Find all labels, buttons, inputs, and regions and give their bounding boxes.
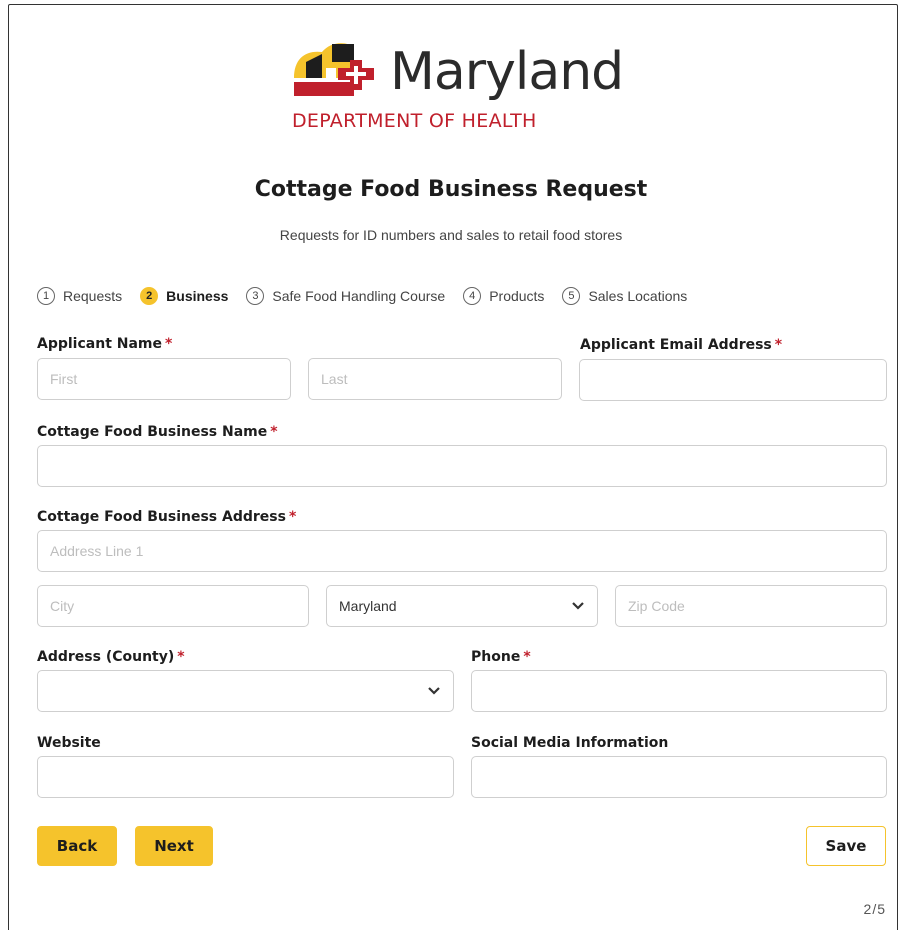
required-marker: * <box>177 649 185 665</box>
required-marker: * <box>523 649 531 665</box>
chevron-down-icon <box>428 687 440 695</box>
county-label: Address (County) * <box>37 649 185 665</box>
required-marker: * <box>165 336 173 352</box>
required-marker: * <box>774 337 783 353</box>
step-label: Sales Locations <box>588 288 688 304</box>
progress-stepper: 1 Requests 2 Business 3 Safe Food Handli… <box>37 287 705 305</box>
step-label: Products <box>489 288 545 304</box>
first-name-input[interactable] <box>37 358 291 400</box>
email-input[interactable] <box>579 359 887 401</box>
step-number-icon: 1 <box>37 287 55 305</box>
step-requests[interactable]: 1 Requests <box>37 287 122 305</box>
business-address-label: Cottage Food Business Address * <box>37 509 297 525</box>
state-select-value: Maryland <box>339 598 397 614</box>
step-business[interactable]: 2 Business <box>140 287 228 305</box>
step-label: Safe Food Handling Course <box>272 288 446 304</box>
applicant-email-label: Applicant Email Address * <box>580 337 783 353</box>
applicant-name-label: Applicant Name * <box>37 336 173 352</box>
back-button[interactable]: Back <box>37 826 117 866</box>
required-marker: * <box>270 424 278 440</box>
save-button[interactable]: Save <box>806 826 886 866</box>
website-label: Website <box>37 735 101 751</box>
step-number-icon: 2 <box>140 287 159 305</box>
step-products[interactable]: 4 Products <box>463 287 544 305</box>
page-title: Cottage Food Business Request <box>254 177 648 202</box>
step-number-icon: 3 <box>246 287 265 305</box>
step-safe-food-handling-course[interactable]: 3 Safe Food Handling Course <box>246 287 445 305</box>
website-input[interactable] <box>37 756 454 798</box>
phone-label: Phone * <box>471 649 531 665</box>
city-input[interactable] <box>37 585 309 627</box>
page-indicator: 2/5 <box>863 901 886 917</box>
state-select[interactable]: Maryland <box>326 585 598 627</box>
logo-wordmark: Maryland <box>390 42 624 102</box>
step-label: Business <box>166 288 229 304</box>
social-media-input[interactable] <box>471 756 887 798</box>
county-select[interactable] <box>37 670 454 712</box>
step-label: Requests <box>63 288 123 304</box>
next-button[interactable]: Next <box>135 826 213 866</box>
phone-input[interactable] <box>471 670 887 712</box>
social-media-label: Social Media Information <box>471 735 669 751</box>
business-name-input[interactable] <box>37 445 887 487</box>
page-subtitle: Requests for ID numbers and sales to ret… <box>279 227 623 243</box>
business-name-label: Cottage Food Business Name * <box>37 424 278 440</box>
logo-department: DEPARTMENT OF HEALTH <box>292 110 537 132</box>
last-name-input[interactable] <box>308 358 562 400</box>
maryland-flag-icon <box>294 43 374 96</box>
address-line1-input[interactable] <box>37 530 887 572</box>
step-number-icon: 4 <box>463 287 482 305</box>
maryland-health-logo: Maryland DEPARTMENT OF HEALTH <box>292 38 652 138</box>
chevron-down-icon <box>572 602 584 610</box>
zip-code-input[interactable] <box>615 585 887 627</box>
step-sales-locations[interactable]: 5 Sales Locations <box>562 287 687 305</box>
required-marker: * <box>288 509 297 525</box>
step-number-icon: 5 <box>562 287 581 305</box>
